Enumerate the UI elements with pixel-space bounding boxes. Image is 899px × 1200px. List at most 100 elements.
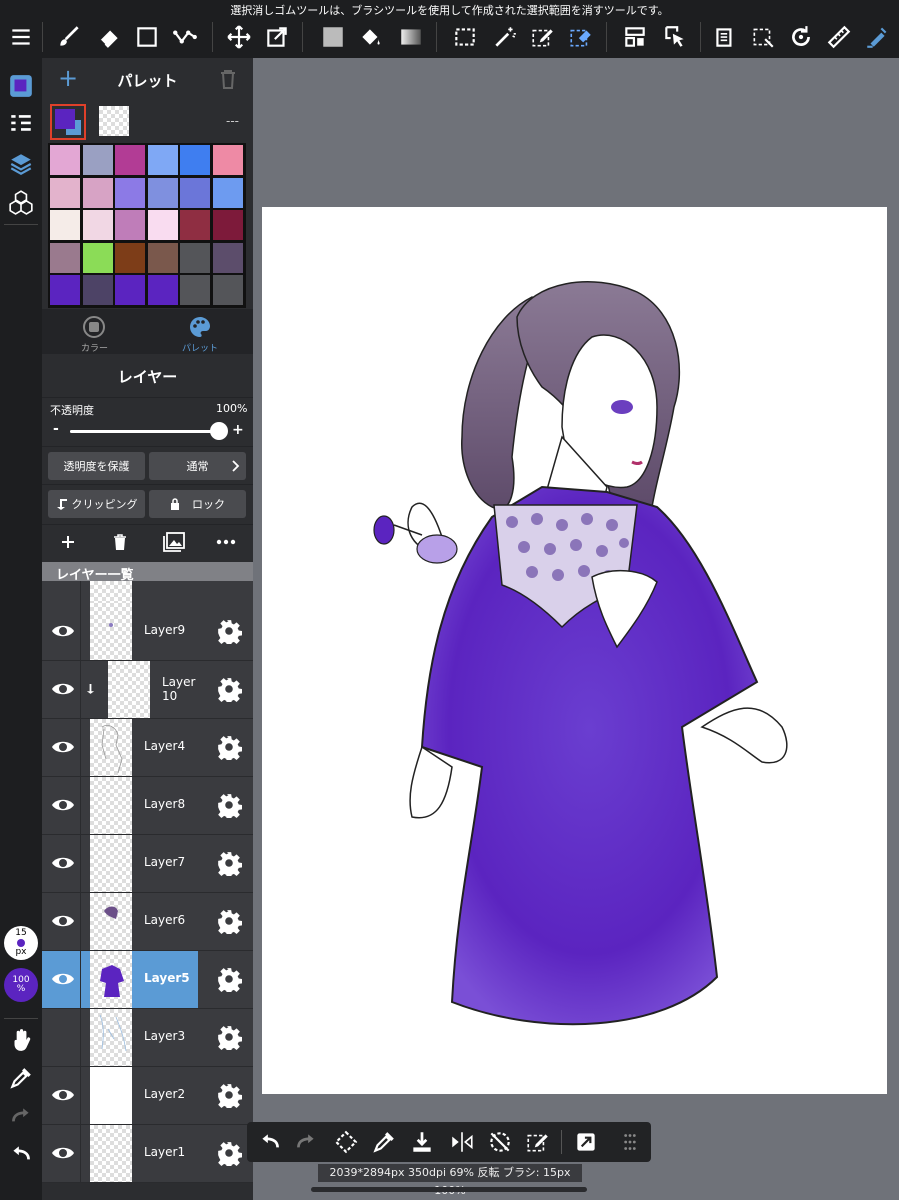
layer-image-icon[interactable] xyxy=(162,531,186,553)
palette-swatch[interactable] xyxy=(82,242,113,273)
blend-mode-button[interactable]: 通常 xyxy=(149,452,246,480)
deselect-icon[interactable] xyxy=(746,22,780,52)
layer-settings-gear-icon[interactable] xyxy=(216,1082,242,1108)
delete-layer-icon[interactable] xyxy=(112,533,128,551)
palette-swatch[interactable] xyxy=(115,177,146,208)
ruler-icon[interactable] xyxy=(822,22,856,52)
hand-icon[interactable] xyxy=(5,1024,37,1056)
palette-swatch[interactable] xyxy=(115,210,146,241)
palette-swatch[interactable] xyxy=(180,242,211,273)
palette-swatch[interactable] xyxy=(115,275,146,306)
opacity-plus-button[interactable]: + xyxy=(232,422,244,438)
palette-swatch[interactable] xyxy=(82,210,113,241)
redo-icon[interactable] xyxy=(5,1100,37,1132)
layer-row[interactable]: Layer7 xyxy=(42,835,253,893)
palette-swatch[interactable] xyxy=(147,145,178,175)
menu-icon[interactable] xyxy=(4,22,38,52)
fill-color-icon[interactable] xyxy=(316,22,350,52)
materials-icon[interactable] xyxy=(5,186,37,218)
layer-row[interactable]: Layer1 xyxy=(42,1125,253,1183)
visibility-eye-icon[interactable] xyxy=(50,677,76,701)
transform-icon[interactable] xyxy=(260,22,294,52)
clear-rotation-icon[interactable] xyxy=(487,1129,513,1155)
layer-settings-gear-icon[interactable] xyxy=(216,734,242,760)
more-options-icon[interactable] xyxy=(216,539,236,545)
palette-swatch[interactable] xyxy=(213,177,243,208)
brush-size-chip[interactable]: 15 px xyxy=(4,926,38,960)
opacity-slider-track[interactable] xyxy=(70,422,228,440)
opacity-slider-knob[interactable] xyxy=(210,422,228,440)
opacity-minus-button[interactable]: - xyxy=(53,421,59,437)
palette-swatch[interactable] xyxy=(213,242,243,273)
palette-swatch[interactable] xyxy=(115,242,146,273)
visibility-eye-icon[interactable] xyxy=(50,619,76,643)
layer-row[interactable]: Layer 10 xyxy=(42,661,253,719)
move-icon[interactable] xyxy=(222,22,256,52)
visibility-eye-icon[interactable] xyxy=(50,1141,76,1165)
rectangle-icon[interactable] xyxy=(130,22,164,52)
pages-icon[interactable] xyxy=(708,22,742,52)
select-eraser-icon[interactable] xyxy=(564,22,598,52)
drag-handle-icon[interactable] xyxy=(617,1129,643,1155)
redo-icon[interactable] xyxy=(293,1129,319,1155)
rotate-selection-icon[interactable] xyxy=(333,1129,359,1155)
add-layer-icon[interactable] xyxy=(60,534,76,550)
layer-settings-gear-icon[interactable] xyxy=(216,1024,242,1050)
flip-horizontal-icon[interactable] xyxy=(449,1129,475,1155)
layout-icon[interactable] xyxy=(618,22,652,52)
brush-icon[interactable] xyxy=(52,22,86,52)
visibility-eye-icon[interactable] xyxy=(50,735,76,759)
palette-swatch[interactable] xyxy=(180,177,211,208)
fullscreen-icon[interactable] xyxy=(573,1129,599,1155)
protect-alpha-button[interactable]: 透明度を保護 xyxy=(48,452,145,480)
selection-edit-icon[interactable] xyxy=(525,1129,551,1155)
layer-settings-gear-icon[interactable] xyxy=(216,618,242,644)
rotate-icon[interactable] xyxy=(784,22,818,52)
secondary-color-swatch[interactable] xyxy=(99,106,129,136)
visibility-eye-icon[interactable] xyxy=(50,1083,76,1107)
brush-opacity-chip[interactable]: 100 % xyxy=(4,968,38,1002)
undo-icon[interactable] xyxy=(257,1129,283,1155)
palette-swatch[interactable] xyxy=(50,145,80,175)
palette-swatch[interactable] xyxy=(213,275,243,306)
bucket-icon[interactable] xyxy=(354,22,388,52)
clipping-button[interactable]: クリッピング xyxy=(48,490,145,518)
color-panel-icon[interactable] xyxy=(5,70,37,102)
palette-swatch[interactable] xyxy=(147,210,178,241)
lock-button[interactable]: ロック xyxy=(149,490,246,518)
layer-settings-gear-icon[interactable] xyxy=(216,676,242,702)
layer-row[interactable]: Layer3 xyxy=(42,1009,253,1067)
tab-palette[interactable]: パレット xyxy=(147,309,253,354)
snap-icon[interactable] xyxy=(860,22,894,52)
select-pen-icon[interactable] xyxy=(526,22,560,52)
download-layer-icon[interactable] xyxy=(409,1129,435,1155)
layers-icon[interactable] xyxy=(5,148,37,180)
eyedropper-icon[interactable] xyxy=(371,1129,397,1155)
layer-settings-gear-icon[interactable] xyxy=(216,1140,242,1166)
visibility-toggle-off[interactable] xyxy=(50,1025,76,1049)
visibility-eye-icon[interactable] xyxy=(50,967,76,991)
polyline-icon[interactable] xyxy=(168,22,202,52)
visibility-eye-icon[interactable] xyxy=(50,909,76,933)
visibility-eye-icon[interactable] xyxy=(50,851,76,875)
layer-settings-gear-icon[interactable] xyxy=(216,850,242,876)
pointer-icon[interactable] xyxy=(658,22,692,52)
palette-swatch[interactable] xyxy=(115,145,146,175)
layer-settings-gear-icon[interactable] xyxy=(216,792,242,818)
layer-row[interactable]: Layer4 xyxy=(42,719,253,777)
layer-settings-gear-icon[interactable] xyxy=(216,908,242,934)
palette-swatch[interactable] xyxy=(147,275,178,306)
palette-swatch[interactable] xyxy=(82,177,113,208)
palette-swatch[interactable] xyxy=(50,177,80,208)
palette-swatch[interactable] xyxy=(180,145,211,175)
palette-swatch[interactable] xyxy=(50,210,80,241)
palette-swatch[interactable] xyxy=(82,145,113,175)
eraser-icon[interactable] xyxy=(92,22,126,52)
visibility-eye-icon[interactable] xyxy=(50,793,76,817)
trash-icon[interactable] xyxy=(218,68,238,90)
layer-row[interactable]: Layer5 xyxy=(42,951,253,1009)
select-rect-icon[interactable] xyxy=(448,22,482,52)
magic-wand-icon[interactable] xyxy=(488,22,522,52)
palette-swatch[interactable] xyxy=(213,210,243,241)
palette-swatch[interactable] xyxy=(147,177,178,208)
